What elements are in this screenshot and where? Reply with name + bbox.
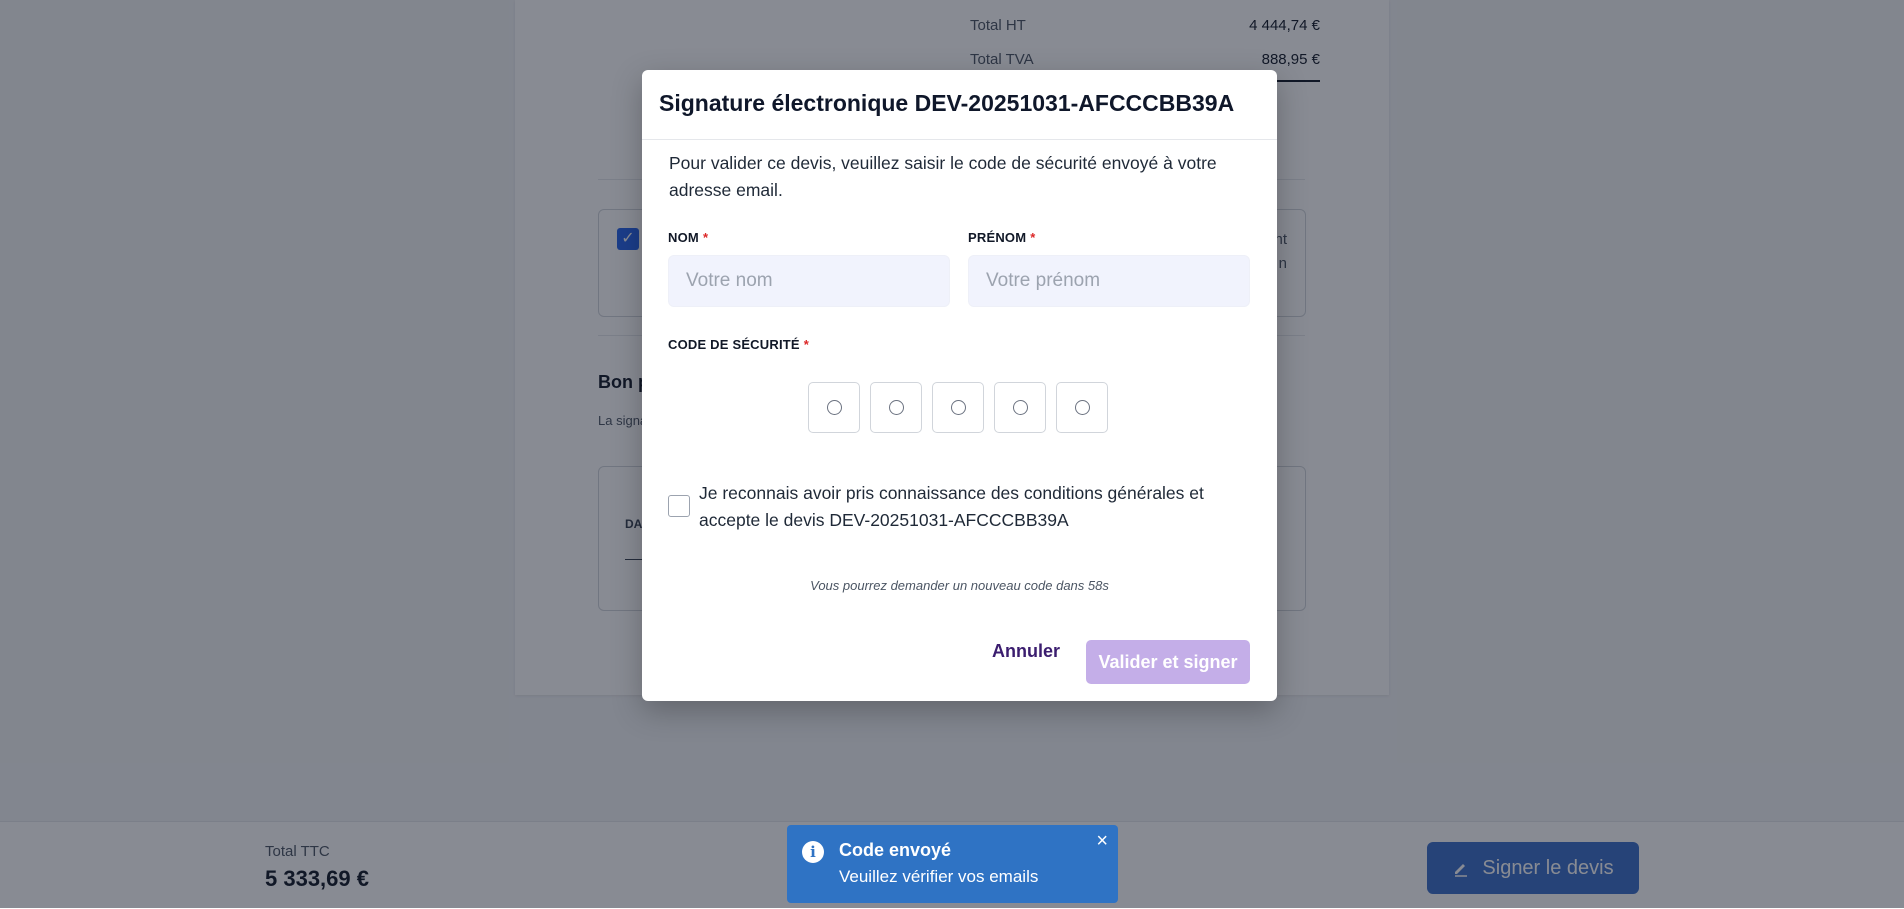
circle-placeholder-icon [826,400,842,415]
security-code-label: CODE DE SÉCURITÉ * [668,337,809,352]
toast-message: Veuillez vérifier vos emails [839,867,1039,886]
modal-intro-text: Pour valider ce devis, veuillez saisir l… [669,153,1217,200]
required-mark: * [1030,230,1036,245]
code-digit-input[interactable] [932,382,984,433]
circle-placeholder-icon [950,400,966,415]
code-digit-input[interactable] [1056,382,1108,433]
modal-title: Signature électronique DEV-20251031-AFCC… [659,90,1235,116]
circle-placeholder-icon [888,400,904,415]
security-code-label-text: CODE DE SÉCURITÉ [668,337,800,352]
code-digit-input[interactable] [870,382,922,433]
prenom-placeholder: Votre prénom [986,270,1101,291]
toast-title: Code envoyé [839,840,952,860]
signature-modal: Signature électronique DEV-20251031-AFCC… [642,70,1277,701]
nom-placeholder: Votre nom [686,270,773,291]
required-mark: * [803,337,810,352]
code-digit-input[interactable] [808,382,860,433]
nom-label: NOM * [668,230,708,245]
circle-placeholder-icon [1012,400,1028,415]
accept-terms-label[interactable]: Je reconnais avoir pris connaissance des… [699,480,1219,534]
cancel-button[interactable]: Annuler [992,641,1060,662]
prenom-label: PRÉNOM * [968,230,1036,245]
toast-notification: i Code envoyé Veuillez vérifier vos emai… [787,825,1118,903]
prenom-input[interactable]: Votre prénom [968,255,1250,307]
modal-header-divider [642,139,1277,140]
validate-and-sign-button[interactable]: Valider et signer [1086,640,1250,684]
circle-placeholder-icon [1074,400,1090,415]
prenom-label-text: PRÉNOM [968,230,1027,245]
resend-countdown-text: Vous pourrez demander un nouveau code da… [810,578,1109,593]
code-digit-input[interactable] [994,382,1046,433]
info-icon: i [802,841,824,863]
accept-terms-checkbox[interactable] [668,495,690,517]
close-icon[interactable]: × [1096,831,1108,851]
required-mark: * [702,230,709,245]
nom-label-text: NOM [668,230,699,245]
nom-input[interactable]: Votre nom [668,255,950,307]
